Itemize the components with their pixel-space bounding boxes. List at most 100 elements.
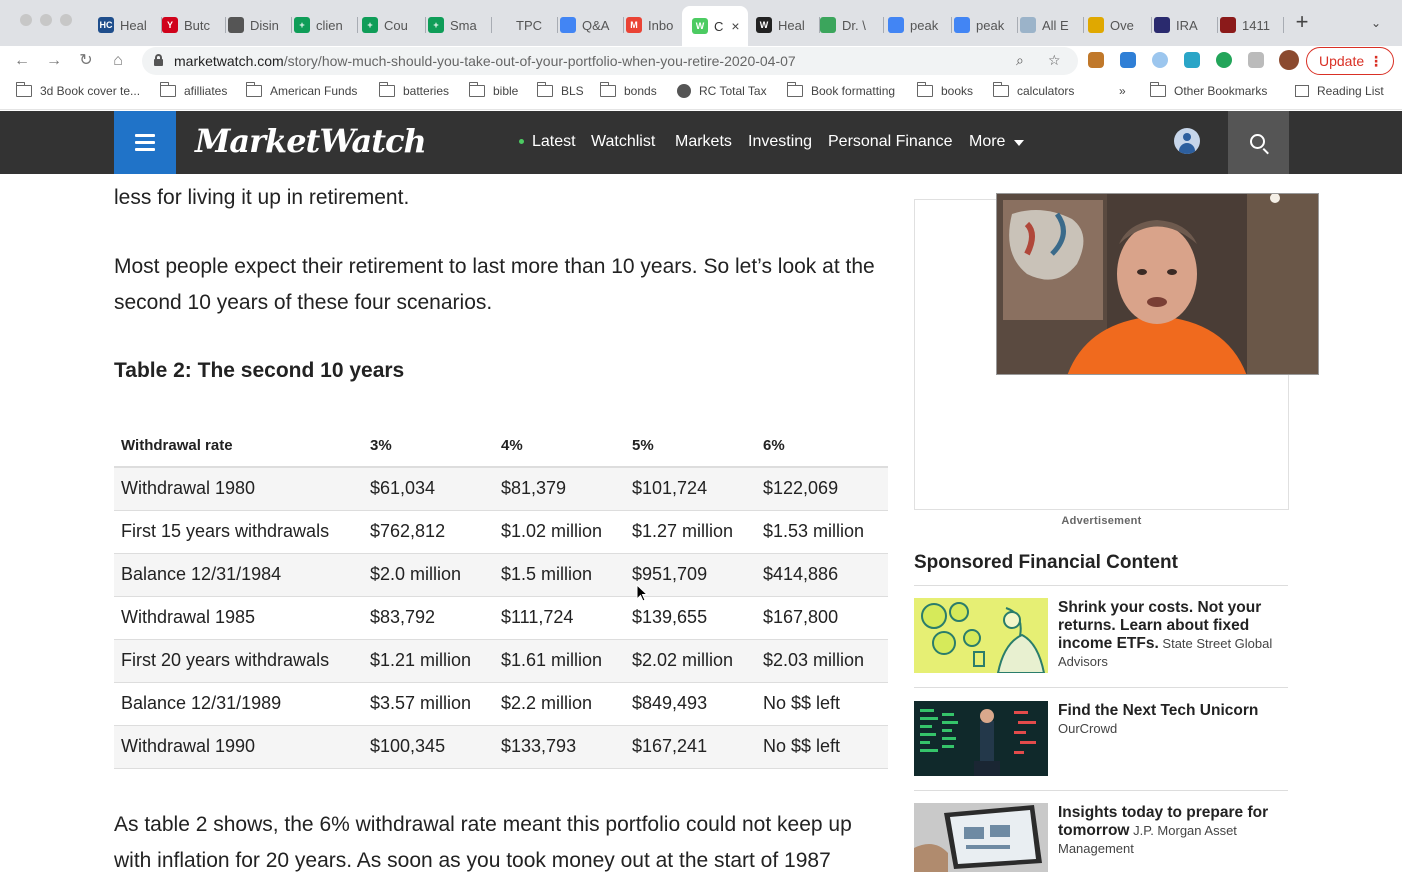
tab-title: Cou bbox=[384, 17, 408, 33]
bookmark-item[interactable]: afilliates bbox=[159, 82, 227, 98]
browser-tab[interactable]: peak bbox=[888, 10, 952, 40]
menu-icon[interactable] bbox=[114, 111, 176, 174]
folder-icon bbox=[15, 82, 32, 97]
table-cell: $2.02 million bbox=[625, 639, 756, 683]
bookmark-item[interactable]: bible bbox=[468, 82, 519, 98]
browser-tab[interactable]: HC Heal bbox=[98, 10, 162, 40]
browser-tab[interactable]: Ove bbox=[1088, 10, 1152, 40]
bookmark-item[interactable]: books bbox=[916, 82, 973, 98]
home-icon[interactable]: ⌂ bbox=[107, 50, 129, 72]
sponsored-item[interactable]: Shrink your costs. Not your returns. Lea… bbox=[1058, 599, 1290, 671]
bookmark-label: 3d Book cover te... bbox=[40, 84, 141, 98]
reload-icon[interactable]: ↻ bbox=[75, 50, 97, 72]
browser-tab[interactable]: TPC bbox=[494, 10, 558, 40]
extension-icon[interactable] bbox=[1216, 52, 1232, 68]
bookmarks-overflow-button[interactable]: » bbox=[1119, 84, 1126, 98]
table-cell: Balance 12/31/1984 bbox=[114, 553, 363, 597]
tab-strip: HC Heal Y Butc Disin + clien + Cou + Sma TPC Q&A M Inb… bbox=[0, 0, 1402, 46]
table-cell: $1.27 million bbox=[625, 510, 756, 554]
extension-icon[interactable] bbox=[1120, 52, 1136, 68]
browser-tab[interactable]: M Inbo bbox=[626, 10, 690, 40]
bookmark-label: bible bbox=[493, 84, 519, 98]
favicon-icon bbox=[820, 17, 836, 33]
sponsored-thumbnail[interactable] bbox=[914, 803, 1048, 872]
zoom-icon[interactable]: ⌕ bbox=[1016, 52, 1024, 69]
bookmark-item[interactable]: 3d Book cover te... bbox=[15, 82, 141, 98]
bookmark-label: calculators bbox=[1017, 84, 1075, 98]
sponsored-item[interactable]: Find the Next Tech Unicorn OurCrowd bbox=[1058, 702, 1290, 738]
nav-latest[interactable]: Latest bbox=[532, 133, 576, 151]
url-text[interactable]: marketwatch.com/story/how-much-should-yo… bbox=[174, 53, 796, 69]
close-tab-icon[interactable]: × bbox=[731, 18, 739, 34]
sponsored-headline[interactable]: Find the Next Tech Unicorn bbox=[1058, 702, 1258, 719]
user-account-icon[interactable] bbox=[1174, 128, 1200, 154]
window-zoom-button[interactable] bbox=[60, 14, 72, 26]
extension-icon[interactable] bbox=[1152, 52, 1168, 68]
bookmark-item[interactable]: batteries bbox=[378, 82, 449, 98]
tab-search-icon[interactable]: ⌄ bbox=[1371, 16, 1381, 30]
browser-tab[interactable]: Disin bbox=[228, 10, 292, 40]
other-bookmarks[interactable]: Other Bookmarks bbox=[1149, 82, 1267, 98]
bookmark-item[interactable]: bonds bbox=[599, 82, 657, 98]
bookmark-star-icon[interactable]: ☆ bbox=[1048, 52, 1061, 69]
lock-icon[interactable] bbox=[154, 54, 163, 66]
browser-tab[interactable]: W C × bbox=[682, 6, 748, 46]
nav-investing[interactable]: Investing bbox=[748, 133, 812, 151]
sponsored-thumbnail[interactable] bbox=[914, 701, 1048, 776]
browser-tab[interactable]: + Sma bbox=[428, 10, 492, 40]
tab-title: 1411 bbox=[1242, 17, 1270, 33]
extension-icon[interactable] bbox=[1088, 52, 1104, 68]
site-logo[interactable]: MarketWatch bbox=[195, 122, 427, 160]
browser-tab[interactable]: All E bbox=[1020, 10, 1084, 40]
reading-list[interactable]: Reading List bbox=[1295, 84, 1384, 98]
table-cell: No $$ left bbox=[756, 725, 888, 769]
update-button[interactable]: Update ⋮ bbox=[1306, 47, 1394, 75]
screen: HC Heal Y Butc Disin + clien + Cou + Sma TPC Q&A M Inb… bbox=[0, 0, 1402, 872]
browser-tab[interactable]: IRA bbox=[1154, 10, 1218, 40]
table-row: Balance 12/31/1984 $2.0 million $1.5 milli… bbox=[114, 553, 888, 597]
bookmark-item[interactable]: RC Total Tax bbox=[677, 84, 767, 98]
table-cell: $122,069 bbox=[756, 467, 888, 511]
browser-tab[interactable]: Y Butc bbox=[162, 10, 226, 40]
back-icon[interactable]: ← bbox=[11, 50, 33, 72]
bookmark-item[interactable]: American Funds bbox=[245, 82, 358, 98]
favicon-icon bbox=[1088, 17, 1104, 33]
sponsored-item[interactable]: Insights today to prepare for tomorrow J… bbox=[1058, 804, 1290, 858]
address-bar[interactable]: marketwatch.com/story/how-much-should-yo… bbox=[142, 47, 1078, 75]
browser-tab[interactable]: + clien bbox=[294, 10, 358, 40]
profile-avatar[interactable] bbox=[1279, 50, 1299, 70]
nav-watchlist[interactable]: Watchlist bbox=[591, 133, 655, 151]
browser-tab[interactable]: W Heal bbox=[756, 10, 820, 40]
browser-tab[interactable]: peak bbox=[954, 10, 1018, 40]
favicon-icon bbox=[954, 17, 970, 33]
nav-markets[interactable]: Markets bbox=[675, 133, 732, 151]
table-header-cell: 4% bbox=[494, 425, 625, 468]
window-minimize-button[interactable] bbox=[40, 14, 52, 26]
browser-tab[interactable]: 1411 bbox=[1220, 10, 1284, 40]
article-paragraph: with inflation for 20 years. As soon as … bbox=[114, 849, 831, 872]
table-cell: $1.61 million bbox=[494, 639, 625, 683]
window-close-button[interactable] bbox=[20, 14, 32, 26]
nav-personal-finance[interactable]: Personal Finance bbox=[828, 133, 953, 151]
extension-icon[interactable] bbox=[1184, 52, 1200, 68]
site-search-button[interactable] bbox=[1228, 111, 1289, 174]
tab-title: C bbox=[714, 18, 724, 34]
table-cell: No $$ left bbox=[756, 682, 888, 726]
chevron-down-icon[interactable] bbox=[1014, 140, 1024, 146]
table-cell: $100,345 bbox=[363, 725, 494, 769]
bookmark-label: American Funds bbox=[270, 84, 358, 98]
browser-tab[interactable]: Q&A bbox=[560, 10, 624, 40]
new-tab-button[interactable]: + bbox=[1291, 11, 1313, 34]
bookmark-item[interactable]: calculators bbox=[992, 82, 1075, 98]
bookmark-item[interactable]: Book formatting bbox=[786, 82, 895, 98]
nav-more[interactable]: More bbox=[969, 133, 1005, 151]
bookmark-item[interactable]: BLS bbox=[536, 82, 584, 98]
puzzle-icon[interactable] bbox=[1248, 52, 1264, 68]
sponsored-thumbnail[interactable] bbox=[914, 598, 1048, 673]
tab-title: IRA bbox=[1176, 17, 1198, 33]
folder-icon bbox=[992, 82, 1009, 97]
browser-tab[interactable]: + Cou bbox=[362, 10, 426, 40]
folder-icon bbox=[468, 82, 485, 97]
browser-tab[interactable]: Dr. \ bbox=[820, 10, 884, 40]
forward-icon[interactable]: → bbox=[43, 50, 65, 72]
